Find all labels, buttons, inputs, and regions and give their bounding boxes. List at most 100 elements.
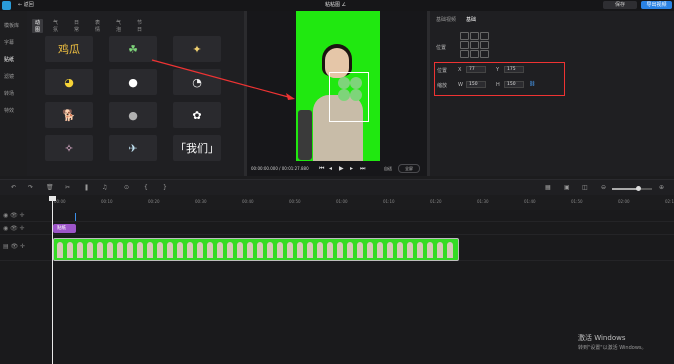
- ruler-tick-label: 01:40: [524, 199, 536, 204]
- timeline-ruler[interactable]: 00:00 00:10 00:20 00:30 00:40 00:50 01:00 01:10…: [52, 196, 674, 208]
- video-frame-thumbnail: [397, 242, 403, 258]
- ruler-tick-label: 02:00: [618, 199, 630, 204]
- back-button[interactable]: ← 返回: [18, 1, 34, 8]
- h-input[interactable]: 150: [504, 81, 524, 88]
- layout-icon[interactable]: ▦: [545, 184, 551, 191]
- clover-sticker-overlay[interactable]: [329, 72, 369, 122]
- video-frame-thumbnail: [347, 242, 353, 258]
- transform-highlight: [434, 62, 565, 96]
- video-frame-thumbnail: [387, 242, 393, 258]
- play-icon[interactable]: ▶: [339, 165, 344, 172]
- tab-basic-video[interactable]: 基础视频: [436, 16, 456, 23]
- left-nav-item[interactable]: 字幕: [4, 39, 14, 46]
- prev-frame-icon[interactable]: ⏮: [319, 165, 324, 173]
- align-left-button[interactable]: [460, 41, 469, 49]
- video-frame-thumbnail: [337, 242, 343, 258]
- cat-ball-sticker-icon: ●: [128, 108, 138, 122]
- align-top-left-button[interactable]: [460, 32, 469, 40]
- sticker-thumbnail[interactable]: ◔: [173, 69, 221, 95]
- h-label: H: [496, 82, 500, 88]
- align-center-button[interactable]: [470, 41, 479, 49]
- align-top-button[interactable]: [470, 32, 479, 40]
- video-frame-thumbnail: [407, 242, 413, 258]
- ruler-tick-label: 02:10: [665, 199, 674, 204]
- redo-icon[interactable]: ↷: [28, 184, 33, 191]
- x-input[interactable]: 77: [466, 66, 486, 73]
- save-button[interactable]: 保存: [603, 1, 637, 9]
- timeline-tracks: ◉ 👁 ✛ ◉ 👁 ✛ ▤ 👁 ✛: [0, 210, 674, 364]
- sticker-tab[interactable]: 日常: [74, 19, 79, 33]
- snapshot-icon[interactable]: ▣: [564, 184, 570, 191]
- video-frame-thumbnail: [447, 242, 453, 258]
- sticker-thumbnail[interactable]: ●: [109, 102, 157, 128]
- split-icon[interactable]: ✂: [65, 184, 70, 191]
- sticker-thumbnail[interactable]: 鸡瓜: [45, 36, 93, 62]
- ruler-tick-label: 01:00: [336, 199, 348, 204]
- sticker-thumbnail[interactable]: ✿: [173, 102, 221, 128]
- video-clip[interactable]: [53, 238, 459, 261]
- step-forward-icon[interactable]: ▸: [350, 165, 353, 172]
- crop-right-icon[interactable]: }: [163, 184, 167, 191]
- fit-selector[interactable]: 自适: [384, 166, 392, 172]
- zoom-slider-knob[interactable]: [635, 186, 641, 191]
- sticker-thumbnail[interactable]: ●: [109, 69, 157, 95]
- left-nav-item[interactable]: 转场: [4, 90, 14, 97]
- w-input[interactable]: 150: [466, 81, 486, 88]
- align-bottom-button[interactable]: [470, 50, 479, 58]
- left-nav-item[interactable]: 特效: [4, 107, 14, 114]
- undo-icon[interactable]: ↶: [11, 184, 16, 191]
- timeline-toolbar: ↶ ↷ 🗑 ✂ ❚ ♫ ⊙ { } ▦ ▣ ◫ ⊖ ⊕: [0, 179, 674, 195]
- track-controls[interactable]: ▤ 👁 ✛: [3, 243, 25, 250]
- playhead[interactable]: [52, 196, 53, 364]
- align-right-button[interactable]: [480, 41, 489, 49]
- sticker-thumbnail[interactable]: ◕: [45, 69, 93, 95]
- sticker-tab[interactable]: 气泡: [116, 19, 121, 33]
- tab-basic[interactable]: 基础: [466, 16, 476, 23]
- video-frame-thumbnail: [77, 242, 83, 258]
- sticker-tab[interactable]: 节日: [137, 19, 142, 33]
- track-controls[interactable]: ◉ 👁 ✛: [3, 212, 25, 219]
- zoom-in-icon[interactable]: ⊕: [659, 184, 664, 191]
- split-screen-icon[interactable]: ◫: [582, 184, 588, 191]
- next-frame-icon[interactable]: ⏭: [360, 165, 365, 173]
- crop-left-icon[interactable]: {: [144, 184, 148, 191]
- app-logo-icon: [2, 1, 11, 10]
- delete-icon[interactable]: 🗑: [46, 184, 54, 191]
- fullscreen-button[interactable]: 全屏: [398, 164, 420, 173]
- align-bottom-right-button[interactable]: [480, 50, 489, 58]
- sticker-thumbnail[interactable]: ✈: [109, 135, 157, 161]
- sticker-tab[interactable]: 气氛: [53, 19, 58, 33]
- align-bottom-left-button[interactable]: [460, 50, 469, 58]
- audio-icon[interactable]: ♫: [102, 184, 107, 191]
- left-nav-item[interactable]: 模板库: [4, 22, 19, 29]
- properties-panel: 基础视频 基础 位置 位置 X 77 Y 175 缩放 W 150 H 150 …: [427, 11, 674, 176]
- left-nav-item[interactable]: 滤镜: [4, 73, 14, 80]
- sticker-thumbnail[interactable]: 「我们」: [173, 135, 221, 161]
- sticker-thumbnail[interactable]: ✧: [45, 135, 93, 161]
- speed-icon[interactable]: ⊙: [124, 184, 129, 191]
- freeze-icon[interactable]: ❚: [84, 184, 89, 191]
- timecode: 00:00:00.000 / 00:01:27.880: [251, 166, 309, 171]
- ruler-tick-label: 01:50: [571, 199, 583, 204]
- video-frame-thumbnail: [357, 242, 363, 258]
- zoom-slider-fill: [612, 188, 638, 190]
- track-controls[interactable]: ◉ 👁 ✛: [3, 225, 25, 232]
- sticker-thumbnail[interactable]: ✦: [173, 36, 221, 62]
- zoom-out-icon[interactable]: ⊖: [601, 184, 606, 191]
- step-back-icon[interactable]: ◂: [329, 165, 332, 172]
- bird-sticker-icon: ✈: [128, 141, 138, 155]
- project-title[interactable]: 粘粘图 ∠: [325, 1, 346, 8]
- sticker-thumbnail[interactable]: 🐕: [45, 102, 93, 128]
- x-label: X: [458, 67, 462, 73]
- export-video-button[interactable]: 导出视频: [641, 1, 672, 9]
- y-input[interactable]: 175: [504, 66, 524, 73]
- align-top-right-button[interactable]: [480, 32, 489, 40]
- clover-leaf: [338, 89, 350, 101]
- left-nav-item[interactable]: 贴纸: [4, 56, 14, 63]
- sticker-clip[interactable]: 贴纸: [53, 224, 76, 233]
- sticker-thumbnail[interactable]: ☘: [109, 36, 157, 62]
- sticker-tab[interactable]: 表情: [95, 19, 100, 33]
- lock-ratio-icon[interactable]: ⛓: [529, 81, 535, 87]
- sticker-tab[interactable]: 动图: [32, 19, 44, 33]
- video-frame-thumbnail: [247, 242, 253, 258]
